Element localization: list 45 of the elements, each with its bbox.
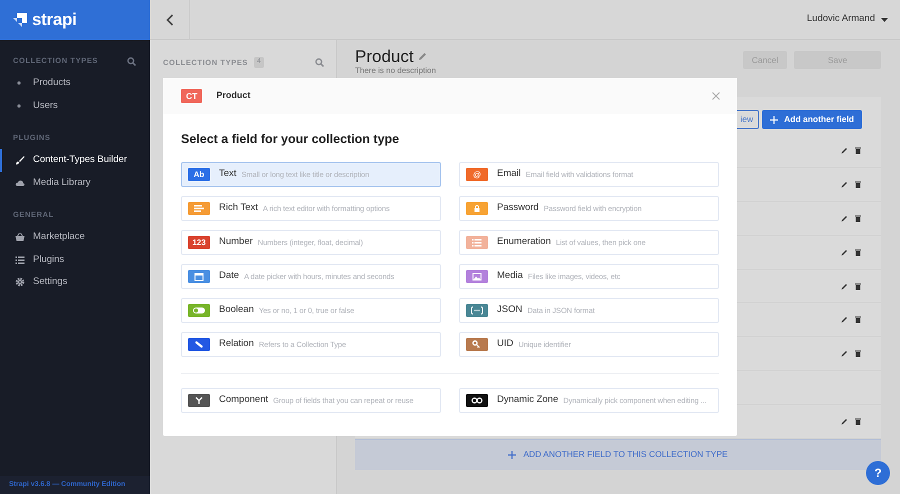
trash-icon[interactable] [855,418,861,425]
trash-icon[interactable] [855,181,861,188]
pencil-icon[interactable] [841,147,848,154]
sidebar-item[interactable]: Users [0,94,150,117]
pencil-icon[interactable] [841,214,848,222]
list-icon [15,254,25,265]
type-badge: CT [181,88,202,104]
pencil-icon[interactable] [841,282,848,290]
trash-icon[interactable] [855,282,861,290]
caret-icon [881,18,888,22]
modal-title: Product [216,89,250,102]
pencil-icon[interactable] [841,248,848,256]
sidebar-item[interactable]: Media Library [0,172,150,194]
field-type-icon: Ab [188,168,210,181]
logo-mark-icon [13,13,27,27]
sidebar-item[interactable]: Settings [0,271,150,294]
sidebar-item[interactable]: Products [0,72,150,94]
search-icon[interactable] [127,56,136,66]
logo[interactable]: strapi [0,0,150,40]
user-menu[interactable]: Ludovic Armand [806,12,888,27]
trash-icon[interactable] [855,147,861,154]
field-type-icon: 123 [188,236,210,249]
pencil-icon[interactable] [841,350,848,358]
sidebar-item[interactable]: Marketplace [0,226,150,248]
back-chevron-icon[interactable] [166,14,174,26]
field-type-icon: @ [466,168,488,181]
add-field-button[interactable]: Add another field [762,110,862,129]
sidebar-item[interactable]: Plugins [0,248,150,271]
help-button[interactable]: ? [866,461,890,485]
gear-icon [15,277,25,288]
trash-icon[interactable] [855,248,861,256]
pencil-icon[interactable] [841,181,848,188]
trash-icon[interactable] [855,214,861,222]
modal-heading: Select a field for your collection type [181,132,400,147]
plus-icon [508,450,516,459]
basket-icon [15,232,25,242]
pencil-icon[interactable] [841,418,848,425]
trash-icon[interactable] [855,316,861,324]
pencil-icon[interactable] [841,316,848,324]
brush-icon [15,155,25,166]
plus-icon [770,116,778,124]
page-description: There is no description [355,66,436,76]
cloud-icon [15,178,25,188]
trash-icon[interactable] [855,350,861,358]
page-title: Product [355,47,414,66]
